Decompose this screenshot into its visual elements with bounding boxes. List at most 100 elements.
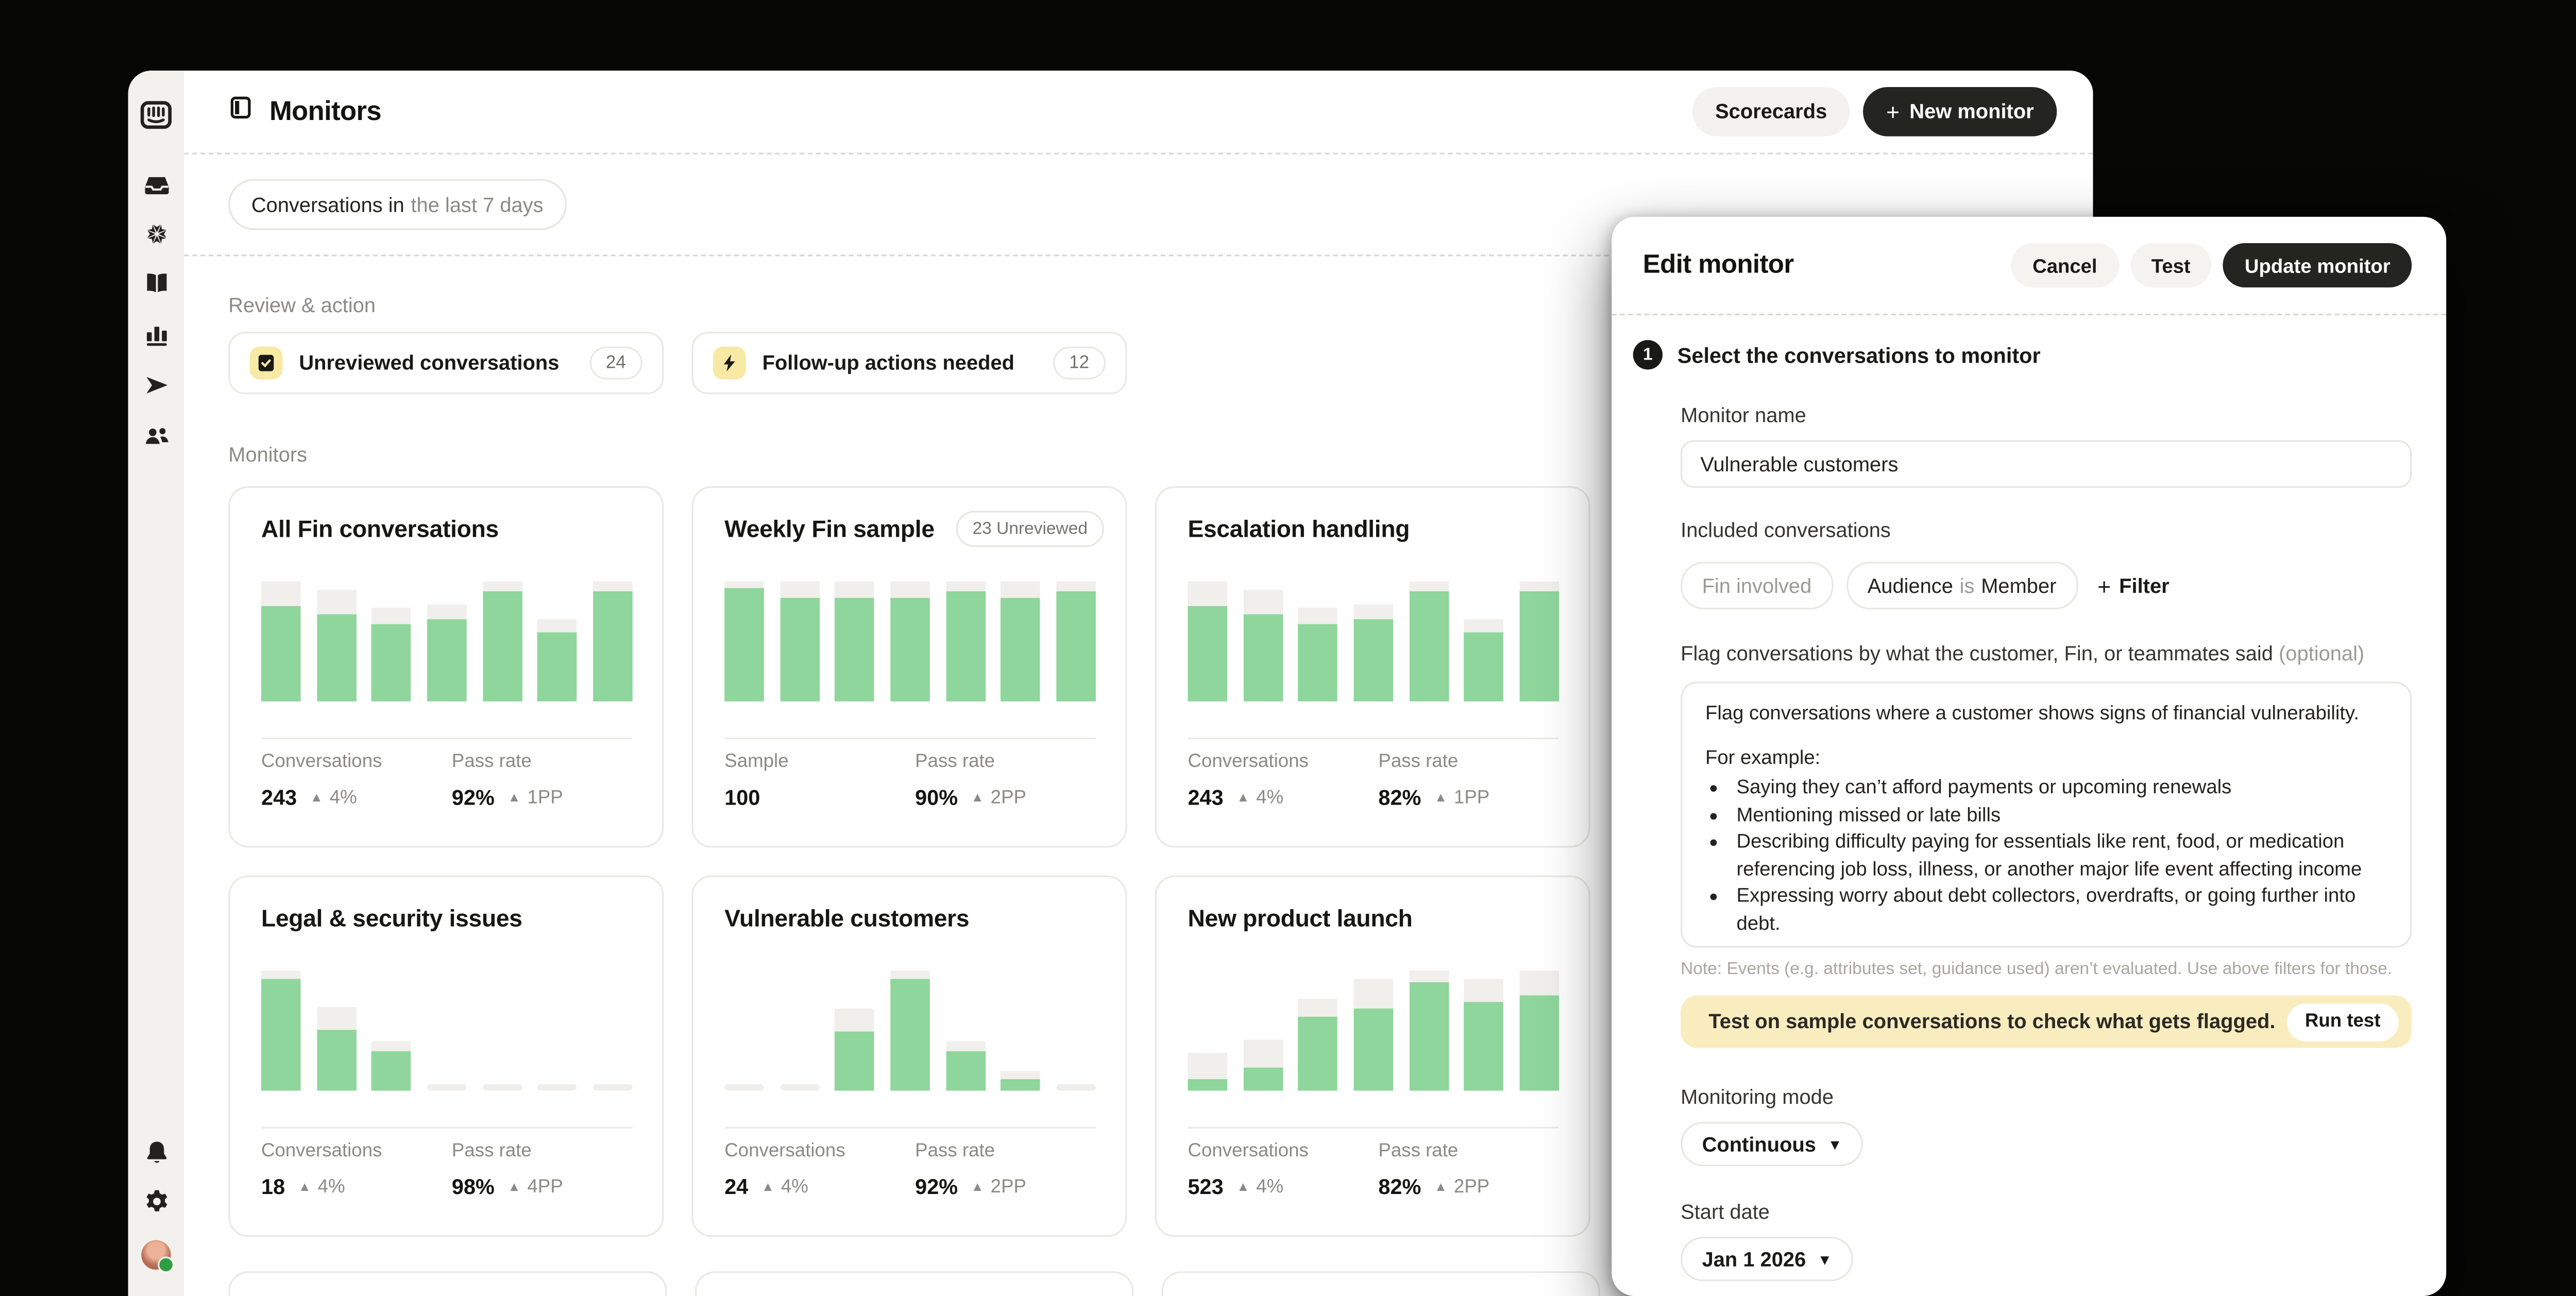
chart-bar-passed [1519, 995, 1559, 1090]
flag-bullet: Expressing worry about debt collectors, … [1733, 882, 2387, 936]
sidebar [128, 71, 184, 1296]
monitor-card-partial[interactable] [695, 1271, 1133, 1296]
outbound-icon[interactable] [128, 371, 184, 399]
settings-gear-icon[interactable] [128, 1187, 184, 1215]
update-monitor-button[interactable]: Update monitor [2223, 243, 2412, 287]
chip-text: Audience [1868, 574, 1953, 597]
chip-text: Member [1981, 574, 2056, 597]
card-title: Weekly Fin sample [724, 517, 934, 543]
chart-bar-passed [1409, 591, 1449, 702]
monitor-card[interactable]: Escalation handling Conversations 243 ▲4… [1155, 486, 1590, 848]
card-divider [1188, 1127, 1559, 1129]
card-chart [1188, 971, 1559, 1091]
stat-label: Pass rate [452, 1141, 563, 1161]
page-title: Monitors [269, 96, 381, 128]
new-monitor-button[interactable]: +New monitor [1863, 87, 2057, 137]
stat-column: Pass rate 92% ▲1PP [452, 752, 563, 810]
chart-bar [593, 1084, 633, 1091]
chart-bar [1188, 582, 1227, 702]
monitor-card[interactable]: New product launch Conversations 523 ▲4%… [1155, 876, 1590, 1237]
chart-bar [1056, 1084, 1096, 1091]
stat-column: Conversations 243 ▲4% [261, 752, 382, 810]
flag-bullet: Describing difficulty paying for essenti… [1733, 828, 2387, 882]
monitor-card[interactable]: Weekly Fin sample 23 Unreviewed Sample 1… [691, 486, 1127, 848]
fin-ai-icon[interactable] [128, 220, 184, 248]
notifications-bell-icon[interactable] [128, 1138, 184, 1166]
stat-value: 98% [452, 1174, 495, 1199]
edit-monitor-body: 1 Select the conversations to monitor Mo… [1612, 340, 2446, 1281]
chart-bar [890, 582, 930, 702]
user-avatar[interactable] [128, 1240, 184, 1270]
chart-bar-passed [1353, 1009, 1393, 1090]
delta-up-icon: ▲ [507, 1180, 520, 1195]
stat-delta: ▲2PP [971, 788, 1026, 807]
stat-column: Sample 100 [724, 752, 788, 810]
delta-up-icon: ▲ [310, 790, 323, 805]
chevron-down-icon: ▼ [1818, 1251, 1832, 1267]
knowledge-base-icon[interactable] [128, 269, 184, 297]
chart-bar [1519, 582, 1559, 702]
card-divider [1188, 738, 1559, 739]
delta-up-icon: ▲ [1434, 1180, 1447, 1195]
review-action-card[interactable]: Follow-up actions needed12 [691, 332, 1127, 394]
delta-up-icon: ▲ [971, 1180, 984, 1195]
chart-bar [1001, 1071, 1041, 1090]
stat-column: Pass rate 98% ▲4PP [452, 1141, 563, 1199]
monitor-card[interactable]: Vulnerable customers Conversations 24 ▲4… [691, 876, 1127, 1237]
scorecards-button[interactable]: Scorecards [1692, 87, 1850, 137]
stat-value: 82% [1378, 1174, 1421, 1199]
monitor-card-partial[interactable] [1161, 1271, 1600, 1296]
chart-bar [780, 582, 820, 702]
optional-hint: (optional) [2279, 642, 2364, 666]
monitor-cards-grid: All Fin conversations Conversations 243 … [228, 486, 1621, 1237]
monitor-card[interactable]: Legal & security issues Conversations 18… [228, 876, 664, 1237]
start-date-dropdown[interactable]: Jan 1 2026▼ [1681, 1237, 1853, 1281]
stat-label: Sample [724, 752, 788, 772]
chart-bar [946, 582, 986, 702]
chart-bar-passed [946, 1051, 986, 1091]
monitor-name-input[interactable] [1681, 440, 2412, 488]
add-filter-button[interactable]: +Filter [2097, 574, 2170, 597]
flag-bullet: Mentioning missed or late bills [1733, 801, 2387, 828]
inbox-icon[interactable] [128, 171, 184, 199]
chart-bar [835, 582, 875, 702]
stat-value: 90% [915, 785, 958, 810]
chart-bar-passed [835, 598, 875, 702]
flag-conversations-label: Flag conversations by what the customer,… [1681, 642, 2412, 666]
chart-bar [538, 619, 578, 701]
monitor-card[interactable]: All Fin conversations Conversations 243 … [228, 486, 664, 848]
stat-delta: ▲2PP [971, 1177, 1026, 1197]
stat-label: Pass rate [452, 752, 563, 772]
flag-example-label: For example: [1705, 743, 2387, 771]
monitors-page-icon [228, 95, 253, 128]
stat-value: 523 [1188, 1174, 1223, 1199]
fin-involved-chip[interactable]: Fin involved [1681, 562, 1833, 609]
stat-label: Conversations [261, 752, 382, 772]
contacts-icon[interactable] [128, 422, 184, 450]
flag-prompt-textarea[interactable]: Flag conversations where a customer show… [1681, 681, 2412, 948]
cancel-button[interactable]: Cancel [2011, 243, 2119, 287]
chart-bar [1409, 582, 1449, 702]
chart-bar [946, 1042, 986, 1091]
reports-icon[interactable] [128, 320, 184, 348]
card-title: Vulnerable customers [724, 907, 969, 933]
audience-is-member-chip[interactable]: AudienceisMember [1846, 562, 2078, 609]
review-action-card[interactable]: Unreviewed conversations24 [228, 332, 664, 394]
monitor-card-partial[interactable] [228, 1271, 667, 1296]
monitoring-mode-dropdown[interactable]: Continuous▼ [1681, 1122, 1863, 1166]
chart-bar [593, 582, 633, 702]
stat-value: 243 [1188, 785, 1223, 810]
included-conversations-label: Included conversations [1681, 519, 2412, 542]
stat-label: Conversations [261, 1141, 382, 1161]
stat-value: 82% [1378, 785, 1421, 810]
card-chart [261, 971, 633, 1091]
run-test-button[interactable]: Run test [2287, 1003, 2399, 1041]
stat-column: Conversations 24 ▲4% [724, 1141, 845, 1199]
test-button[interactable]: Test [2130, 243, 2212, 287]
chart-bar-passed [538, 633, 578, 702]
intercom-logo-icon[interactable] [128, 98, 184, 131]
conversations-filter-chip[interactable]: Conversations in the last 7 days [228, 179, 566, 230]
chart-bar-passed [946, 591, 986, 702]
bolt-icon [713, 347, 746, 380]
chart-bar-passed [482, 591, 522, 702]
